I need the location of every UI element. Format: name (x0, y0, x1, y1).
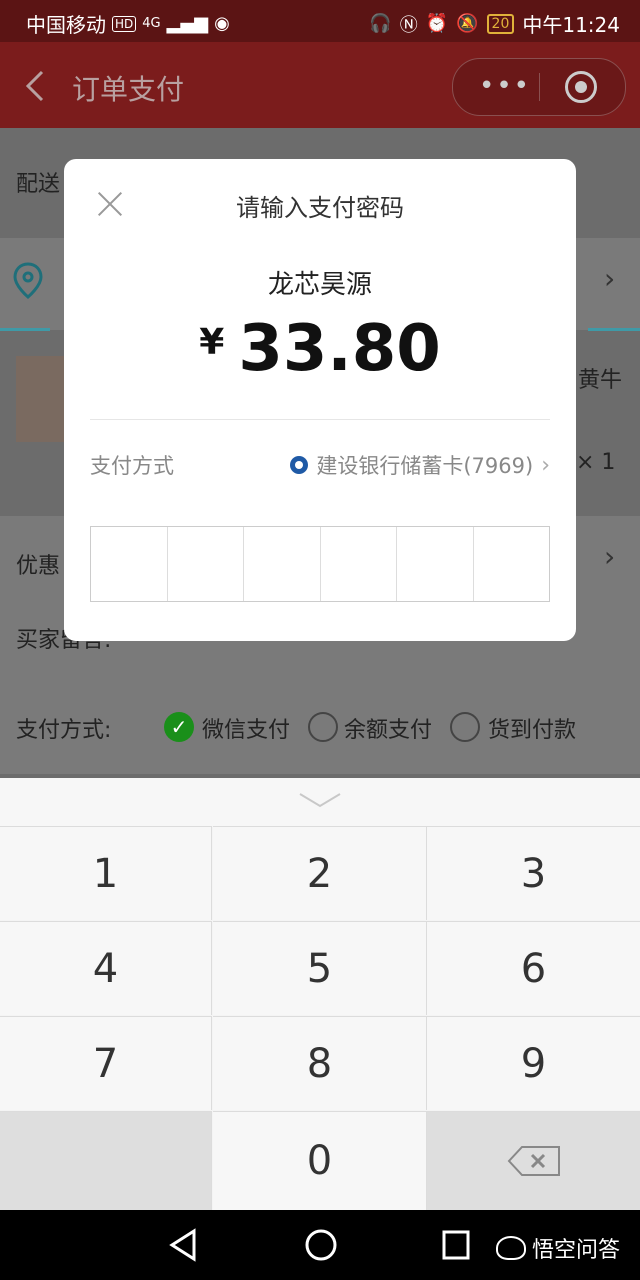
address-chevron-icon: › (604, 262, 616, 295)
bank-logo-icon (290, 456, 309, 474)
product-thumbnail (16, 356, 66, 442)
password-digit-cell[interactable] (168, 527, 244, 601)
key-0[interactable]: 0 (213, 1111, 427, 1210)
more-icon[interactable]: ••• (475, 71, 535, 101)
capsule-divider (539, 73, 540, 101)
signal-bars-icon: ▂▄▆ (166, 13, 209, 34)
battery-icon: 20 (486, 13, 515, 34)
product-quantity: × 1 (576, 450, 616, 475)
discount-label[interactable]: 优惠 (16, 548, 60, 580)
mini-program-capsule: ••• (452, 58, 626, 116)
status-bar: 中国移动 HD 4G ▂▄▆ ◉ 🎧 Ⓝ ⏰ 🔕 20 中午11:24 (0, 0, 640, 42)
payment-option-balance[interactable]: 余额支付 (344, 712, 432, 744)
mute-icon: 🔕 (456, 13, 479, 34)
watermark-text: 悟空问答 (531, 1238, 620, 1263)
dialog-divider (90, 419, 550, 420)
key-blank (0, 1111, 212, 1210)
address-accent-left (0, 328, 50, 331)
backspace-icon (507, 1146, 560, 1176)
headset-icon: 🎧 (369, 13, 392, 34)
carrier-label: 中国移动 (26, 13, 106, 37)
bank-card-label: 建设银行储蓄卡(7969) (316, 454, 534, 478)
address-accent-right (588, 328, 640, 331)
wukong-logo-icon (495, 1236, 526, 1260)
signal-icon: 4G (142, 16, 161, 31)
dialog-title: 请输入支付密码 (236, 194, 404, 222)
globe-icon: ◉ (214, 13, 230, 34)
delivery-label: 配送 (16, 172, 61, 197)
payment-method-label: 支付方式: (16, 718, 112, 743)
payment-method-selector[interactable]: 建设银行储蓄卡(7969) › (290, 450, 550, 480)
key-5[interactable]: 5 (213, 921, 427, 1015)
recents-square-icon[interactable] (440, 1227, 472, 1263)
radio-icon[interactable] (450, 712, 480, 742)
payment-method-title: 支付方式 (90, 454, 174, 478)
key-1[interactable]: 1 (0, 826, 212, 920)
hide-keyboard-icon[interactable] (298, 790, 342, 812)
payment-amount: ¥33.80 (64, 312, 576, 386)
merchant-name: 龙芯昊源 (267, 270, 372, 300)
time-label: 中午11:24 (522, 13, 620, 37)
key-4[interactable]: 4 (0, 921, 212, 1015)
alarm-icon: ⏰ (425, 13, 449, 34)
location-pin-icon (13, 262, 43, 299)
close-miniprogram-icon[interactable] (565, 71, 597, 103)
watermark: 悟空问答 (495, 1232, 620, 1264)
password-digit-cell[interactable] (321, 527, 397, 601)
check-circle-icon[interactable]: ✓ (164, 712, 194, 742)
key-2[interactable]: 2 (213, 826, 427, 920)
page-title: 订单支付 (72, 73, 185, 106)
payment-option-cod[interactable]: 货到付款 (488, 712, 576, 744)
key-3[interactable]: 3 (427, 826, 640, 920)
currency-symbol: ¥ (199, 322, 225, 363)
password-digit-cell[interactable] (474, 527, 550, 601)
password-digit-cell[interactable] (91, 527, 168, 601)
password-input[interactable] (90, 526, 550, 602)
discount-chevron-icon: › (604, 540, 616, 573)
hd-badge: HD (112, 15, 137, 32)
product-name: 黄牛 (578, 368, 623, 393)
key-6[interactable]: 6 (427, 921, 640, 1015)
radio-icon[interactable] (308, 712, 338, 742)
key-7[interactable]: 7 (0, 1016, 212, 1110)
amount-value: 33.80 (238, 312, 441, 386)
payment-option-wechat[interactable]: 微信支付 (202, 712, 290, 744)
key-9[interactable]: 9 (427, 1016, 640, 1110)
password-digit-cell[interactable] (244, 527, 321, 601)
chevron-right-icon: › (541, 452, 550, 478)
password-digit-cell[interactable] (397, 527, 474, 601)
nfc-icon: Ⓝ (399, 14, 418, 36)
back-triangle-icon[interactable] (168, 1227, 198, 1263)
back-arrow-icon[interactable] (22, 66, 46, 106)
backspace-key[interactable] (427, 1111, 640, 1210)
home-circle-icon[interactable] (304, 1227, 338, 1263)
key-8[interactable]: 8 (213, 1016, 427, 1110)
